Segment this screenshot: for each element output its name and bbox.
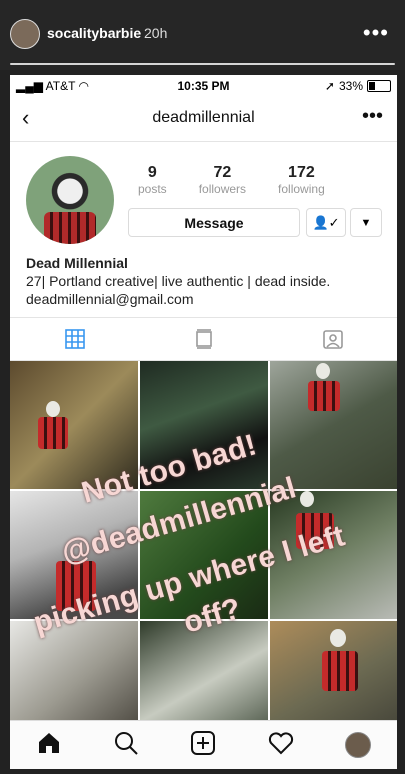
tab-feed[interactable] xyxy=(139,318,268,360)
profile-username-title: deadmillennial xyxy=(152,109,255,126)
nav-profile-avatar[interactable] xyxy=(345,732,372,758)
stat-followers[interactable]: 72 followers xyxy=(199,164,246,196)
grid-post[interactable] xyxy=(270,491,397,619)
tab-tagged[interactable] xyxy=(268,318,397,360)
following-button[interactable]: 👤✓ xyxy=(306,208,346,237)
bio-email[interactable]: deadmillennial@gmail.com xyxy=(26,290,381,308)
profile-screenshot: ▂▄▆ AT&T ◠ 10:35 PM ➚ 33% ‹ deadmillenni… xyxy=(10,75,397,755)
stat-posts[interactable]: 9 posts xyxy=(138,164,167,196)
story-time: 20h xyxy=(144,25,168,41)
grid-post[interactable] xyxy=(10,491,138,619)
grid-post[interactable] xyxy=(270,361,397,489)
bottom-navigation xyxy=(10,720,397,769)
more-options-icon[interactable]: ••• xyxy=(362,105,383,128)
story-header: socalitybarbie 20h ••• xyxy=(0,0,405,70)
grid-post[interactable] xyxy=(140,361,268,489)
profile-bio: Dead Millennial 27| Portland creative| l… xyxy=(10,252,397,317)
bio-text: 27| Portland creative| live authentic | … xyxy=(26,273,331,289)
heart-icon xyxy=(268,731,293,754)
message-button[interactable]: Message xyxy=(128,208,300,237)
suggestions-dropdown-button[interactable]: ▼ xyxy=(350,208,382,237)
profile-navbar: ‹ deadmillennial ••• xyxy=(10,97,397,142)
battery-percent: 33% xyxy=(338,79,363,93)
status-right: ➚ 33% xyxy=(325,79,391,93)
search-icon xyxy=(115,731,138,755)
profile-name: Dead Millennial xyxy=(26,255,128,271)
story-more-icon[interactable]: ••• xyxy=(363,20,389,46)
profile-tabs xyxy=(10,317,397,361)
post-grid xyxy=(10,361,397,749)
tagged-icon xyxy=(322,330,343,349)
grid-icon xyxy=(64,329,85,349)
nav-add[interactable] xyxy=(190,730,216,761)
user-check-icon: 👤✓ xyxy=(312,214,340,230)
feed-icon xyxy=(195,329,212,349)
battery-icon xyxy=(367,80,391,92)
profile-stats: 9 posts 72 followers 172 following xyxy=(138,164,325,196)
grid-post[interactable] xyxy=(140,491,268,619)
profile-avatar[interactable] xyxy=(26,156,114,244)
location-icon: ➚ xyxy=(324,79,335,93)
story-progress-bar xyxy=(10,63,395,65)
nav-search[interactable] xyxy=(113,730,139,761)
story-username[interactable]: socalitybarbie xyxy=(47,25,141,41)
stat-following[interactable]: 172 following xyxy=(278,164,325,196)
tab-grid[interactable] xyxy=(10,318,139,360)
nav-home[interactable] xyxy=(36,730,62,761)
add-icon xyxy=(191,730,216,755)
grid-post[interactable] xyxy=(10,361,138,489)
chevron-down-icon: ▼ xyxy=(360,216,372,229)
profile-header: 9 posts 72 followers 172 following Messa… xyxy=(10,142,397,252)
nav-activity[interactable] xyxy=(268,730,294,761)
story-avatar[interactable] xyxy=(10,19,40,49)
status-bar: ▂▄▆ AT&T ◠ 10:35 PM ➚ 33% xyxy=(10,75,397,97)
home-icon xyxy=(38,732,59,753)
